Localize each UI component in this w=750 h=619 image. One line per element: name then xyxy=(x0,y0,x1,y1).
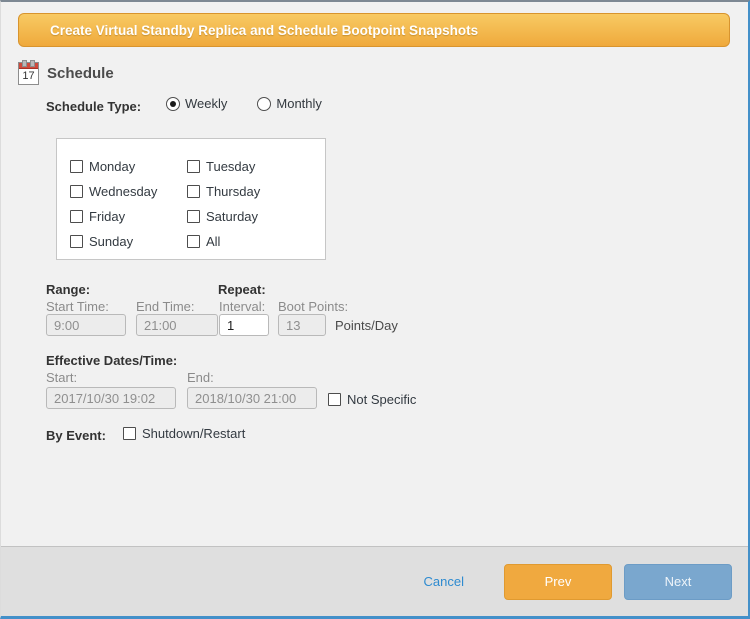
radio-weekly-icon xyxy=(166,97,180,111)
checkbox-icon xyxy=(70,210,83,223)
calendar-icon-day: 17 xyxy=(19,69,38,84)
start-time-label: Start Time: xyxy=(46,299,109,314)
create-virtual-standby-dialog: Create Virtual Standby Replica and Sched… xyxy=(0,0,750,619)
day-checkbox-thursday[interactable]: Thursday xyxy=(187,179,325,204)
shutdown-restart-label: Shutdown/Restart xyxy=(142,426,245,441)
next-button[interactable]: Next xyxy=(624,564,732,600)
day-label: Thursday xyxy=(206,184,260,199)
day-label: Saturday xyxy=(206,209,258,224)
wizard-title: Create Virtual Standby Replica and Sched… xyxy=(50,23,478,38)
boot-points-input[interactable]: 13 xyxy=(278,314,326,336)
effective-start-input[interactable]: 2017/10/30 19:02 xyxy=(46,387,176,409)
radio-weekly[interactable]: Weekly xyxy=(166,96,227,111)
radio-monthly[interactable]: Monthly xyxy=(257,96,322,111)
interval-label: Interval: xyxy=(219,299,265,314)
day-checkbox-all[interactable]: All xyxy=(187,229,325,254)
effective-start-label: Start: xyxy=(46,370,77,385)
cancel-link[interactable]: Cancel xyxy=(424,574,464,589)
prev-button[interactable]: Prev xyxy=(504,564,612,600)
section-title: Schedule xyxy=(47,65,114,82)
day-checkbox-monday[interactable]: Monday xyxy=(70,154,187,179)
checkbox-icon xyxy=(70,235,83,248)
schedule-type-label: Schedule Type: xyxy=(46,99,141,114)
not-specific-checkbox[interactable]: Not Specific xyxy=(328,392,416,407)
day-label: Tuesday xyxy=(206,159,255,174)
effective-end-label: End: xyxy=(187,370,214,385)
day-checkbox-wednesday[interactable]: Wednesday xyxy=(70,179,187,204)
checkbox-icon xyxy=(187,210,200,223)
day-label: Monday xyxy=(89,159,135,174)
start-time-input[interactable]: 9:00 xyxy=(46,314,126,336)
radio-monthly-label: Monthly xyxy=(276,96,322,111)
schedule-section-header: 17 Schedule xyxy=(18,62,114,85)
end-time-label: End Time: xyxy=(136,299,195,314)
day-label: Wednesday xyxy=(89,184,157,199)
wizard-title-banner: Create Virtual Standby Replica and Sched… xyxy=(18,13,730,47)
checkbox-icon xyxy=(328,393,341,406)
day-label: Friday xyxy=(89,209,125,224)
by-event-label: By Event: xyxy=(46,428,106,443)
checkbox-icon xyxy=(123,427,136,440)
effective-dates-heading: Effective Dates/Time: xyxy=(46,353,177,368)
day-label: Sunday xyxy=(89,234,133,249)
calendar-icon-top xyxy=(19,63,38,69)
shutdown-restart-checkbox[interactable]: Shutdown/Restart xyxy=(123,426,245,441)
interval-input[interactable]: 1 xyxy=(219,314,269,336)
points-per-day-label: Points/Day xyxy=(335,318,398,333)
schedule-type-options: Weekly Monthly xyxy=(166,96,322,111)
day-checkbox-sunday[interactable]: Sunday xyxy=(70,229,187,254)
checkbox-icon xyxy=(187,160,200,173)
day-label: All xyxy=(206,234,220,249)
checkbox-icon xyxy=(187,235,200,248)
checkbox-icon xyxy=(187,185,200,198)
radio-monthly-icon xyxy=(257,97,271,111)
radio-weekly-label: Weekly xyxy=(185,96,227,111)
effective-end-input[interactable]: 2018/10/30 21:00 xyxy=(187,387,317,409)
footer-bar: Cancel Prev Next xyxy=(1,546,748,616)
checkbox-icon xyxy=(70,185,83,198)
calendar-icon: 17 xyxy=(18,62,39,85)
weekday-panel: Monday Tuesday Wednesday Thursday Friday… xyxy=(56,138,326,260)
end-time-input[interactable]: 21:00 xyxy=(136,314,218,336)
not-specific-label: Not Specific xyxy=(347,392,416,407)
day-checkbox-tuesday[interactable]: Tuesday xyxy=(187,154,325,179)
day-checkbox-saturday[interactable]: Saturday xyxy=(187,204,325,229)
boot-points-label: Boot Points: xyxy=(278,299,348,314)
range-heading: Range: xyxy=(46,282,90,297)
day-checkbox-friday[interactable]: Friday xyxy=(70,204,187,229)
repeat-heading: Repeat: xyxy=(218,282,266,297)
checkbox-icon xyxy=(70,160,83,173)
